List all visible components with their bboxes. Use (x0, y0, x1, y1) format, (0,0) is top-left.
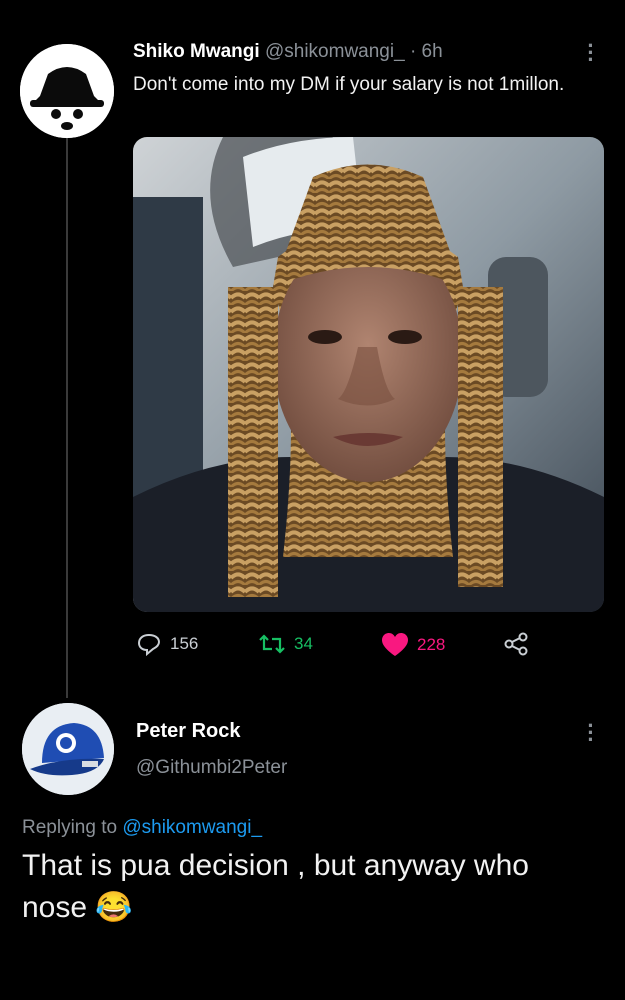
reply-count: 156 (170, 634, 199, 653)
share-icon (504, 632, 528, 656)
share-action[interactable] (503, 632, 529, 656)
reply-author-name[interactable]: Peter Rock (136, 720, 241, 743)
tweet-author-handle[interactable]: @shikomwangi_ (265, 41, 405, 62)
replying-to-link[interactable]: @shikomwangi_ (122, 817, 262, 838)
reply-avatar[interactable] (22, 703, 114, 795)
reply-action[interactable]: 156 (136, 632, 198, 656)
reply-author-handle[interactable]: @Githumbi2Peter (136, 757, 287, 779)
avatar[interactable] (20, 44, 114, 138)
replying-prefix: Replying to (22, 817, 118, 838)
retweet-icon (259, 634, 285, 654)
selfie-image (133, 137, 604, 612)
replying-to: Replying to @shikomwangi_ (22, 817, 262, 839)
retweet-count: 34 (294, 634, 313, 653)
heart-icon (382, 633, 408, 656)
tweet-header: Shiko Mwangi @shikomwangi_ · 6h (133, 41, 443, 63)
tweet-author-name[interactable]: Shiko Mwangi (133, 41, 260, 62)
tweet-time: · 6h (409, 41, 443, 62)
reply-icon (137, 633, 161, 656)
retweet-action[interactable]: 34 (258, 632, 313, 656)
like-action[interactable]: 228 (381, 632, 445, 658)
cap-icon (22, 703, 114, 795)
avatar-hat-icon (20, 44, 114, 138)
reply-text: That is pua decision , but anyway who no… (22, 845, 602, 929)
laughing-emoji: 😂 (95, 891, 133, 924)
thread-line (66, 138, 68, 698)
tweet-text: Don't come into my DM if your salary is … (133, 74, 565, 95)
more-icon[interactable]: · · · (586, 35, 596, 71)
like-count: 228 (417, 635, 446, 654)
tweet-photo[interactable] (133, 137, 604, 612)
reply-more-icon[interactable]: · · · (586, 715, 596, 751)
